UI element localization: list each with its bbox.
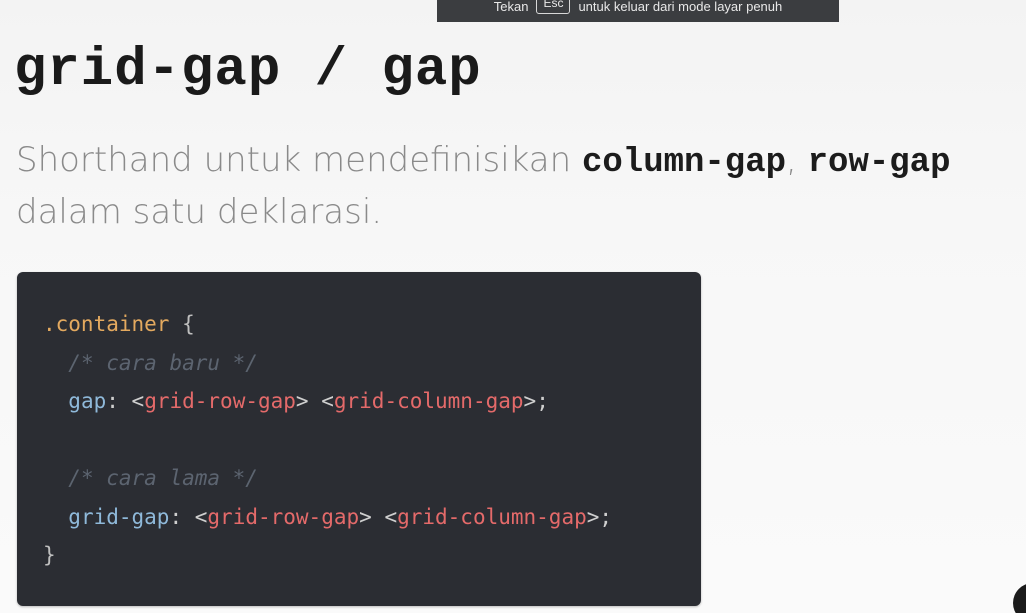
code-line-1: .container { xyxy=(43,305,701,344)
code-term-column-gap: column-gap xyxy=(581,144,787,182)
code-value-column-gap: grid-column-gap xyxy=(333,389,524,413)
code-value-row-gap-2: grid-row-gap xyxy=(207,504,360,529)
code-open-brace: { xyxy=(182,312,195,336)
code-line-7: } xyxy=(43,536,701,575)
code-line-3: gap: <grid-row-gap> <grid-column-gap>; xyxy=(68,389,549,413)
description-text-3: dalam satu deklarasi. xyxy=(16,192,383,232)
code-comment-new: /* cara baru */ xyxy=(68,350,258,375)
description-text-2: , xyxy=(786,140,808,180)
code-comment-old: /* cara lama */ xyxy=(68,466,258,490)
code-line-4-blank xyxy=(43,421,701,460)
code-value-column-gap-2: grid-column-gap xyxy=(397,504,587,529)
code-line-6: grid-gap: <grid-row-gap> <grid-column-ga… xyxy=(68,504,613,529)
code-prop-gap: gap xyxy=(68,389,107,413)
fullscreen-notice-prefix: Tekan xyxy=(493,0,529,14)
fullscreen-notice-suffix: untuk keluar dari mode layar penuh xyxy=(578,0,783,14)
code-value-row-gap: grid-row-gap xyxy=(144,389,296,413)
description-text-1: Shorthand untuk mendefinisikan xyxy=(16,140,582,180)
esc-key-badge: Esc xyxy=(536,0,571,14)
code-selector: .container xyxy=(43,312,170,336)
code-line-5: /* cara lama */ xyxy=(43,459,701,498)
code-close-brace: } xyxy=(43,543,56,567)
presenter-avatar xyxy=(1013,583,1026,613)
code-prop-grid-gap: grid-gap xyxy=(68,504,170,529)
code-term-row-gap: row-gap xyxy=(807,144,951,182)
code-block: .container { /* cara baru */ gap: <grid-… xyxy=(17,272,701,606)
slide-title: grid-gap / gap xyxy=(14,40,482,101)
fullscreen-exit-notice: Tekan Esc untuk keluar dari mode layar p… xyxy=(437,0,839,22)
code-line-2: /* cara baru */ xyxy=(43,344,701,383)
slide-description: Shorthand untuk mendefinisikan column-ga… xyxy=(16,136,1016,237)
